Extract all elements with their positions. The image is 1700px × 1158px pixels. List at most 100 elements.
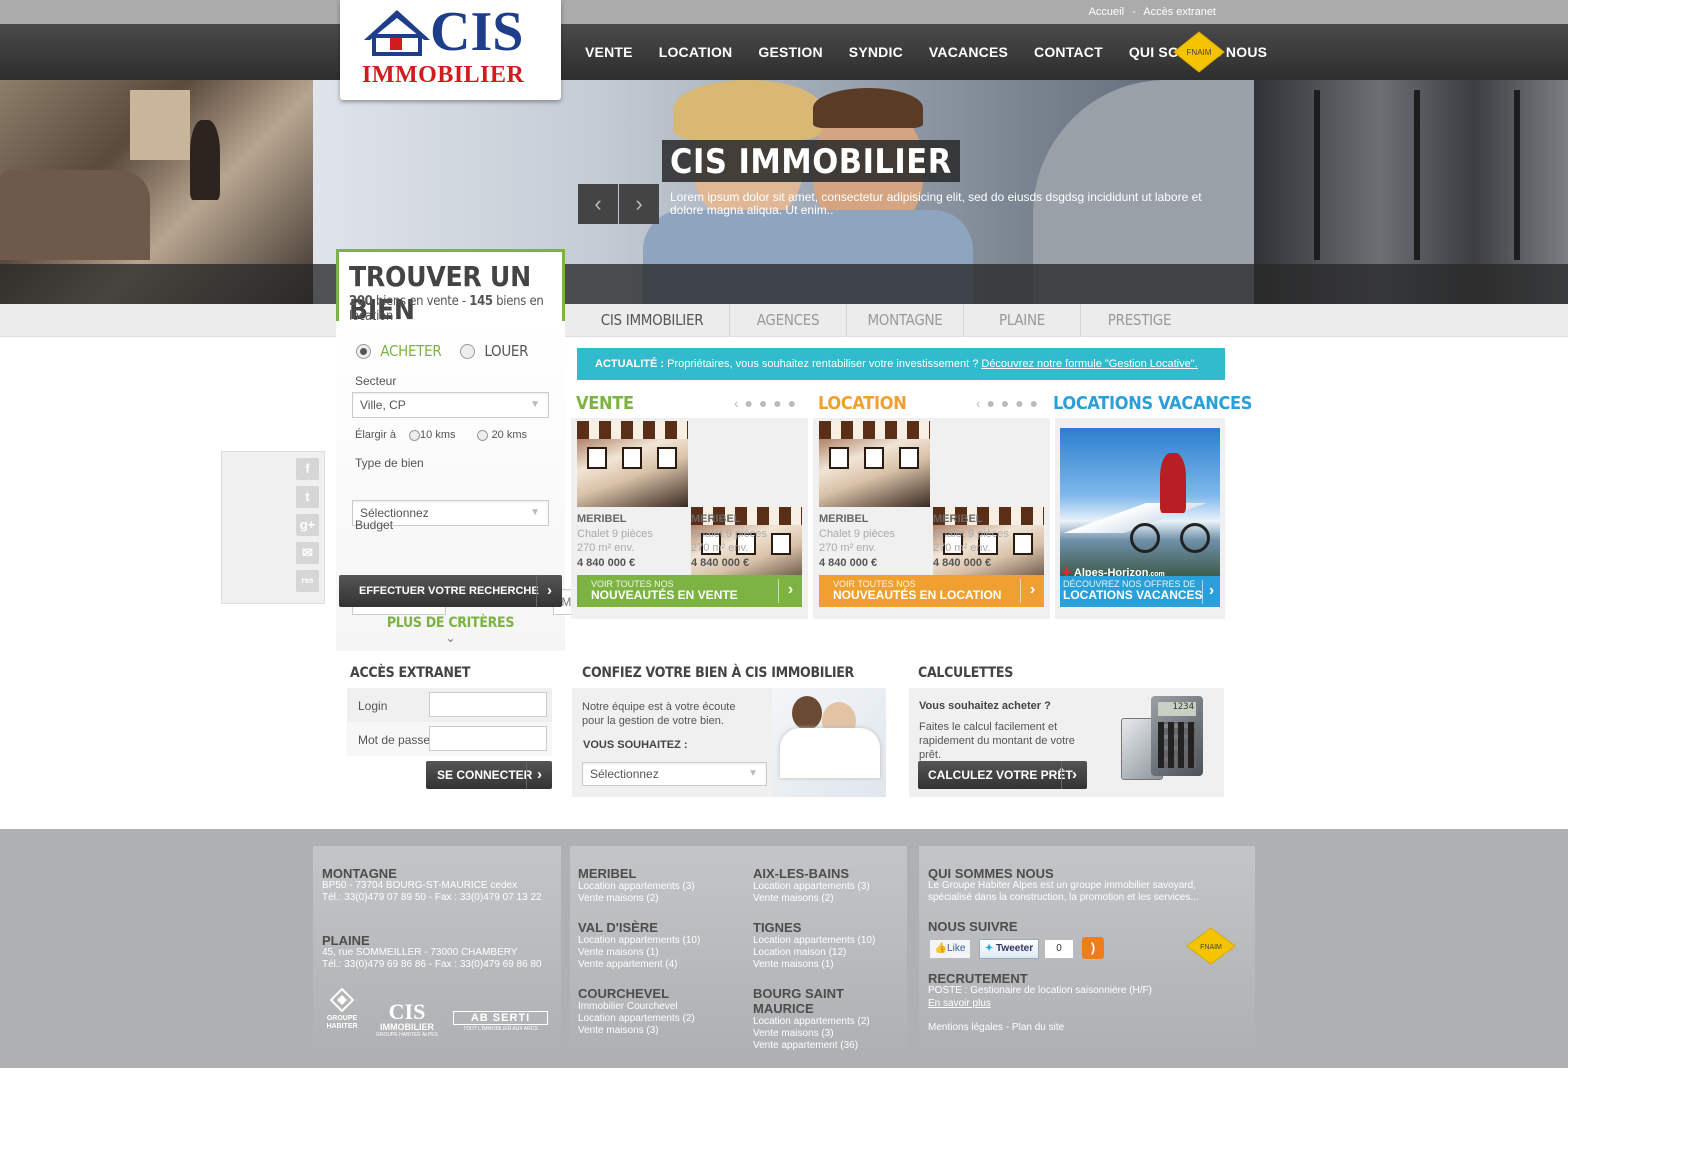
top-link-home[interactable]: Accueil: [1089, 6, 1124, 18]
nav-gestion[interactable]: GESTION: [745, 44, 835, 60]
radio-buy-dot[interactable]: [356, 343, 371, 359]
footer-city-meribel-title[interactable]: MERIBEL: [578, 866, 743, 881]
email-icon[interactable]: ✉: [296, 542, 319, 564]
footer-city-link[interactable]: Location appartements (3): [578, 881, 743, 893]
footer-about-title: QUI SOMMES NOUS: [928, 866, 1054, 881]
calculator-icon: 1234: [1121, 696, 1205, 788]
login-input[interactable]: [429, 692, 547, 717]
abs-footer-logo[interactable]: AB SERTI TOUT L'IMMOBILIER AUX ARCS: [453, 1011, 548, 1033]
fnaim-footer-logo[interactable]: FNAIM: [1185, 926, 1237, 966]
footer-city-link[interactable]: Location appartements (10): [753, 935, 903, 947]
login-row: Login: [347, 688, 552, 722]
calc-button[interactable]: CALCULEZ VOTRE PRÊT ›: [918, 761, 1087, 789]
nav-vacances[interactable]: VACANCES: [916, 44, 1021, 60]
top-link-separator: -: [1132, 6, 1136, 18]
tab-agences[interactable]: AGENCES: [730, 304, 847, 337]
twitter-bird-icon: ✦: [984, 943, 994, 954]
rss-icon[interactable]: rss: [296, 570, 319, 592]
footer-city-link[interactable]: Vente maisons (3): [578, 1025, 743, 1037]
cta-big: NOUVEAUTÉS EN VENTE: [591, 588, 738, 602]
tweet-button[interactable]: ✦ Tweeter: [979, 939, 1039, 959]
radio-rent-dot[interactable]: [460, 343, 475, 359]
news-link[interactable]: Découvrez notre formule "Gestion Locativ…: [981, 358, 1197, 370]
tab-montagne[interactable]: MONTAGNE: [847, 304, 964, 337]
footer-city-link[interactable]: Location maison (12): [753, 947, 903, 959]
facebook-like-label: Like: [947, 943, 966, 954]
radio-buy[interactable]: ACHETER: [356, 342, 442, 360]
tab-plaine[interactable]: PLAINE: [964, 304, 1081, 337]
footer-city-link[interactable]: Vente maisons (3): [753, 1028, 903, 1040]
tab-cis-immobilier[interactable]: CIS IMMOBILIER: [575, 304, 730, 337]
chevron-down-icon[interactable]: ⌄: [336, 631, 565, 645]
groupe-habiter-logo[interactable]: GROUPE HABITER: [322, 987, 362, 1038]
footer-city-tignes-title[interactable]: TIGNES: [753, 920, 903, 935]
vente-card-1[interactable]: MERIBEL Chalet 9 pièces 270 m² env. 4 84…: [577, 512, 653, 570]
footer-follow-title: NOUS SUIVRE: [928, 919, 1018, 934]
footer-city-link[interactable]: Vente appartement (36): [753, 1040, 903, 1052]
sector-select[interactable]: Ville, CP ▼: [352, 392, 549, 418]
radio-widen-10[interactable]: [409, 429, 421, 441]
location-card-1-image[interactable]: [819, 421, 930, 507]
vente-pager[interactable]: ‹ ● ● ● ●: [734, 395, 797, 411]
footer-jobs-text: POSTE : Gestionaire de location saisonni…: [928, 985, 1152, 996]
location-title: LOCATION: [818, 393, 907, 414]
location-card-2[interactable]: MERIBEL Chalet 9 pièces 270 m² env. 4 84…: [933, 512, 1009, 570]
footer-city-courchevel-title[interactable]: COURCHEVEL: [578, 986, 743, 1001]
vacances-cta-button[interactable]: DÉCOUVREZ NOS OFFRES DE LOCATIONS VACANC…: [1060, 576, 1220, 607]
footer-city-link[interactable]: Location appartements (10): [578, 935, 743, 947]
search-submit-button[interactable]: EFFECTUER VOTRE RECHERCHE ›: [339, 575, 562, 607]
vacances-image[interactable]: ✚ Alpes-Horizon.com: [1060, 428, 1220, 579]
card-price: 4 840 000 €: [577, 556, 636, 569]
arrow-right-icon: ›: [1202, 580, 1220, 604]
connect-button[interactable]: SE CONNECTER ›: [426, 761, 552, 789]
footer-city-link[interactable]: Location appartements (3): [753, 881, 903, 893]
confiez-select[interactable]: Sélectionnez ▼: [582, 762, 767, 786]
location-cta-button[interactable]: VOIR TOUTES NOS NOUVEAUTÉS EN LOCATION ›: [819, 575, 1044, 607]
location-pager[interactable]: ‹ ● ● ● ●: [976, 395, 1039, 411]
footer-city-link[interactable]: Vente maisons (1): [578, 947, 743, 959]
footer-montagne-phone: Tél.: 33(0)479 07 89 50 - Fax : 33(0)479…: [322, 892, 542, 903]
vente-card-2[interactable]: MERIBEL Chalet 9 pièces 270 m² env. 4 84…: [691, 512, 767, 570]
count-sale-text: biens en vente -: [375, 294, 466, 309]
login-label: Login: [358, 699, 388, 713]
footer-jobs-link[interactable]: En savoir plus: [928, 998, 991, 1010]
footer-city-val-disere-title[interactable]: VAL D'ISÈRE: [578, 920, 743, 935]
fnaim-logo[interactable]: FNAIM: [1172, 30, 1226, 74]
hero-prev-arrow[interactable]: ‹: [578, 184, 618, 224]
location-card-1[interactable]: MERIBEL Chalet 9 pièces 270 m² env. 4 84…: [819, 512, 895, 570]
cta-small: VOIR TOUTES NOS: [833, 579, 916, 589]
nav-vente[interactable]: VENTE: [572, 44, 646, 60]
footer-city-bsm-title[interactable]: BOURG SAINT MAURICE: [753, 986, 903, 1016]
nav-contact[interactable]: CONTACT: [1021, 44, 1116, 60]
card-city: MERIBEL: [933, 513, 983, 525]
radio-widen-20[interactable]: [476, 429, 488, 441]
facebook-icon[interactable]: f: [296, 458, 319, 480]
rss-icon[interactable]: ): [1082, 937, 1104, 959]
vente-cta-button[interactable]: VOIR TOUTES NOS NOUVEAUTÉS EN VENTE ›: [577, 575, 802, 607]
twitter-icon[interactable]: t: [296, 486, 319, 508]
vente-card-1-image[interactable]: [577, 421, 688, 507]
footer-city-link[interactable]: Immobilier Courchevel: [578, 1001, 743, 1013]
more-criteria-link[interactable]: PLUS DE CRITÈRES: [336, 615, 565, 631]
footer-city-link[interactable]: Vente appartement (4): [578, 959, 743, 971]
nav-location[interactable]: LOCATION: [646, 44, 746, 60]
footer-city-link[interactable]: Vente maisons (2): [578, 893, 743, 905]
footer-city-link[interactable]: Vente maisons (2): [753, 893, 903, 905]
footer-city-link[interactable]: Location appartements (2): [753, 1016, 903, 1028]
footer-city-link[interactable]: Location appartements (2): [578, 1013, 743, 1025]
calc-title: CALCULETTES: [918, 665, 1014, 681]
tweet-label: Tweeter: [996, 943, 1034, 954]
footer-legal-links[interactable]: Mentions légales - Plan du site: [928, 1022, 1064, 1034]
tab-prestige[interactable]: PRESTIGE: [1081, 304, 1198, 337]
google-plus-icon[interactable]: g+: [296, 514, 319, 536]
password-input[interactable]: [429, 726, 547, 751]
footer-city-link[interactable]: Vente maisons (1): [753, 959, 903, 971]
footer-city-aix-title[interactable]: AIX-LES-BAINS: [753, 866, 903, 881]
hero-next-arrow[interactable]: ›: [619, 184, 659, 224]
nav-syndic[interactable]: SYNDIC: [836, 44, 916, 60]
site-logo[interactable]: CIS IMMOBILIER: [340, 0, 561, 100]
radio-rent[interactable]: LOUER: [460, 342, 529, 360]
cis-footer-logo[interactable]: CIS IMMOBILIER GROUPE HABITER ALPES: [374, 1001, 440, 1039]
facebook-like-button[interactable]: 👍Like: [929, 939, 971, 959]
top-link-extranet[interactable]: Accès extranet: [1143, 6, 1216, 18]
